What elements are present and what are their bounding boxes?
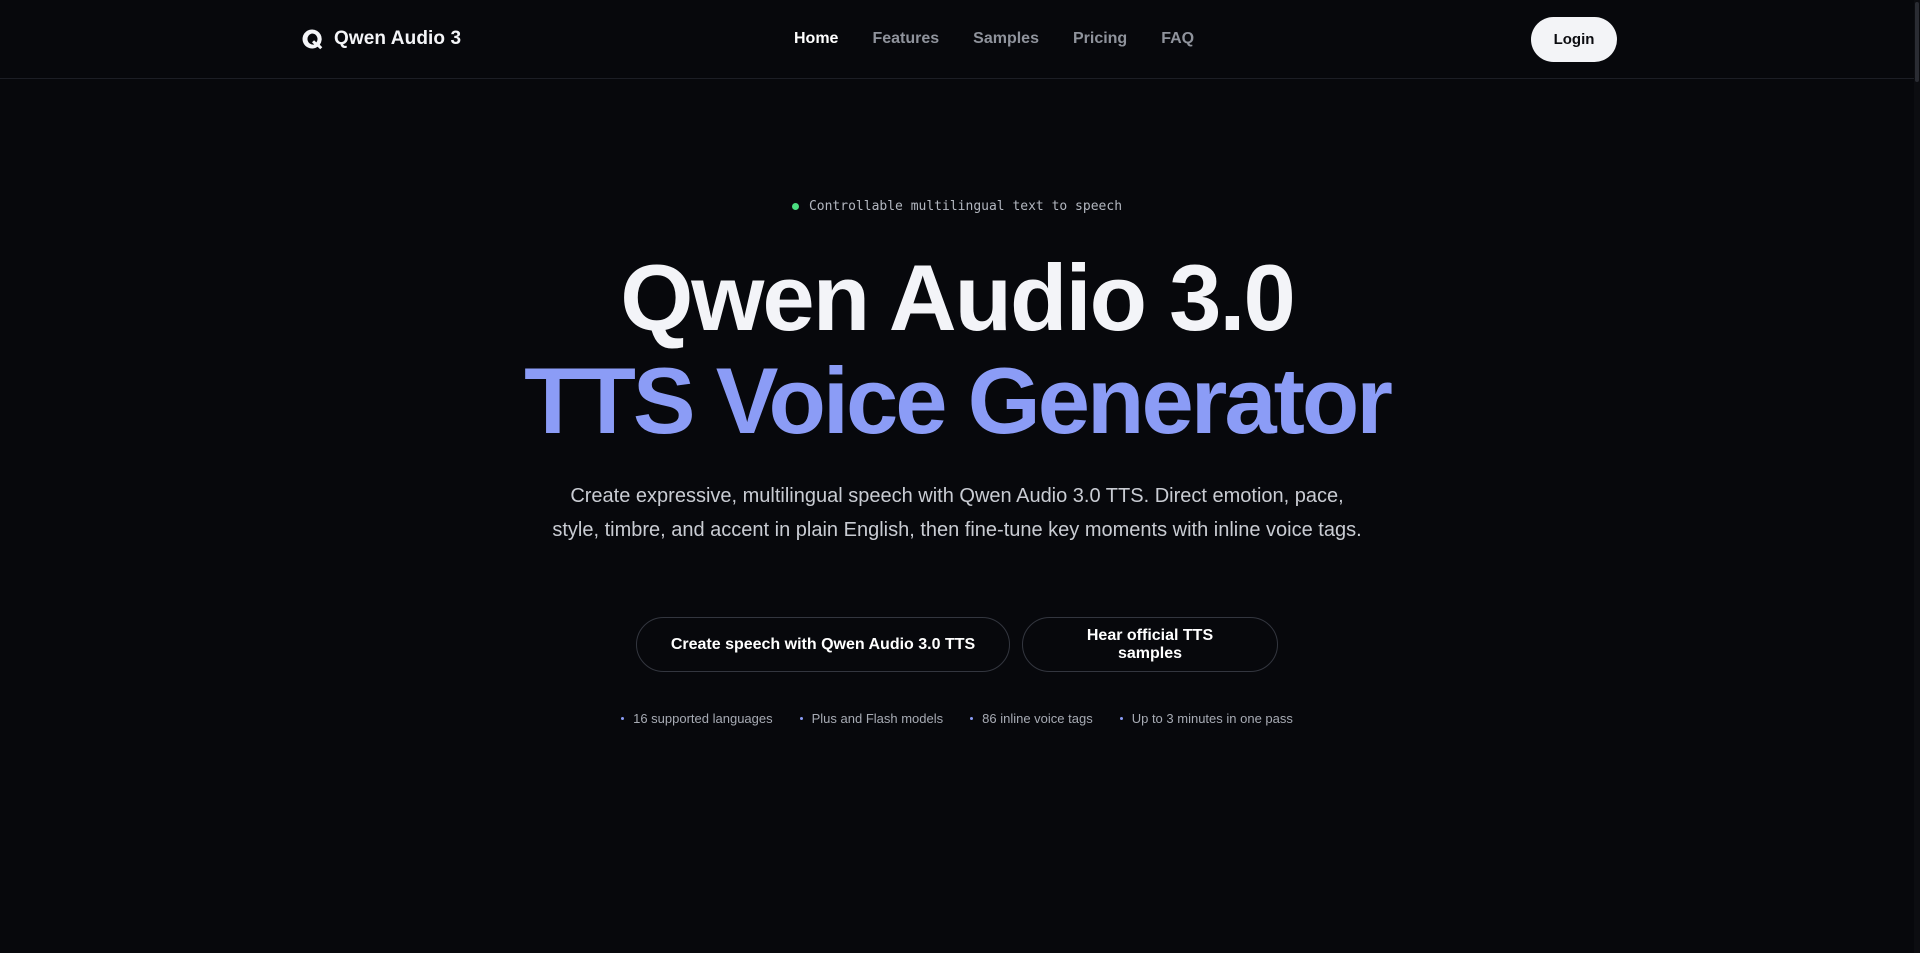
brand-link[interactable]: Qwen Audio 3 bbox=[300, 26, 461, 52]
feature-text: 86 inline voice tags bbox=[982, 711, 1093, 726]
nav-item-features[interactable]: Features bbox=[872, 30, 939, 48]
bullet-dot-icon bbox=[621, 717, 625, 720]
site-header: Qwen Audio 3 Home Features Samples Prici… bbox=[0, 0, 1920, 79]
eyebrow-text: Controllable multilingual text to speech bbox=[808, 199, 1123, 214]
scrollbar-thumb[interactable] bbox=[1915, 2, 1919, 82]
page: Qwen Audio 3 Home Features Samples Prici… bbox=[0, 0, 1920, 953]
hear-samples-button[interactable]: Hear official TTS samples bbox=[1022, 617, 1278, 672]
feature-text: Up to 3 minutes in one pass bbox=[1131, 711, 1293, 726]
hero-title-line2: TTS Voice Generator bbox=[524, 348, 1393, 453]
hero-subtitle: Create expressive, multilingual speech w… bbox=[552, 485, 1362, 541]
cta-row: Create speech with Qwen Audio 3.0 TTS He… bbox=[0, 617, 1914, 672]
hero-title-line1: Qwen Audio 3.0 bbox=[620, 245, 1296, 350]
main-nav: Home Features Samples Pricing FAQ bbox=[794, 28, 1194, 50]
feature-list: 16 supported languages Plus and Flash mo… bbox=[0, 711, 1914, 726]
login-button[interactable]: Login bbox=[1531, 17, 1617, 62]
feature-item: 86 inline voice tags bbox=[970, 711, 1093, 726]
feature-item: 16 supported languages bbox=[621, 711, 773, 726]
brand-name: Qwen Audio 3 bbox=[334, 28, 462, 49]
q-logo-icon bbox=[300, 27, 324, 51]
feature-text: 16 supported languages bbox=[633, 711, 773, 726]
feature-item: Up to 3 minutes in one pass bbox=[1119, 711, 1293, 726]
nav-item-samples[interactable]: Samples bbox=[973, 30, 1039, 48]
feature-item: Plus and Flash models bbox=[799, 711, 944, 726]
status-dot-icon bbox=[791, 203, 799, 210]
bullet-dot-icon bbox=[799, 717, 803, 720]
nav-item-pricing[interactable]: Pricing bbox=[1073, 30, 1127, 48]
create-speech-button[interactable]: Create speech with Qwen Audio 3.0 TTS bbox=[636, 617, 1010, 672]
nav-item-faq[interactable]: FAQ bbox=[1161, 30, 1194, 48]
nav-item-home[interactable]: Home bbox=[794, 30, 838, 48]
feature-text: Plus and Flash models bbox=[811, 711, 944, 726]
page-scrollbar[interactable] bbox=[1914, 0, 1920, 953]
bullet-dot-icon bbox=[1119, 717, 1123, 720]
hero-eyebrow: Controllable multilingual text to speech bbox=[0, 199, 1914, 214]
bullet-dot-icon bbox=[970, 717, 974, 720]
